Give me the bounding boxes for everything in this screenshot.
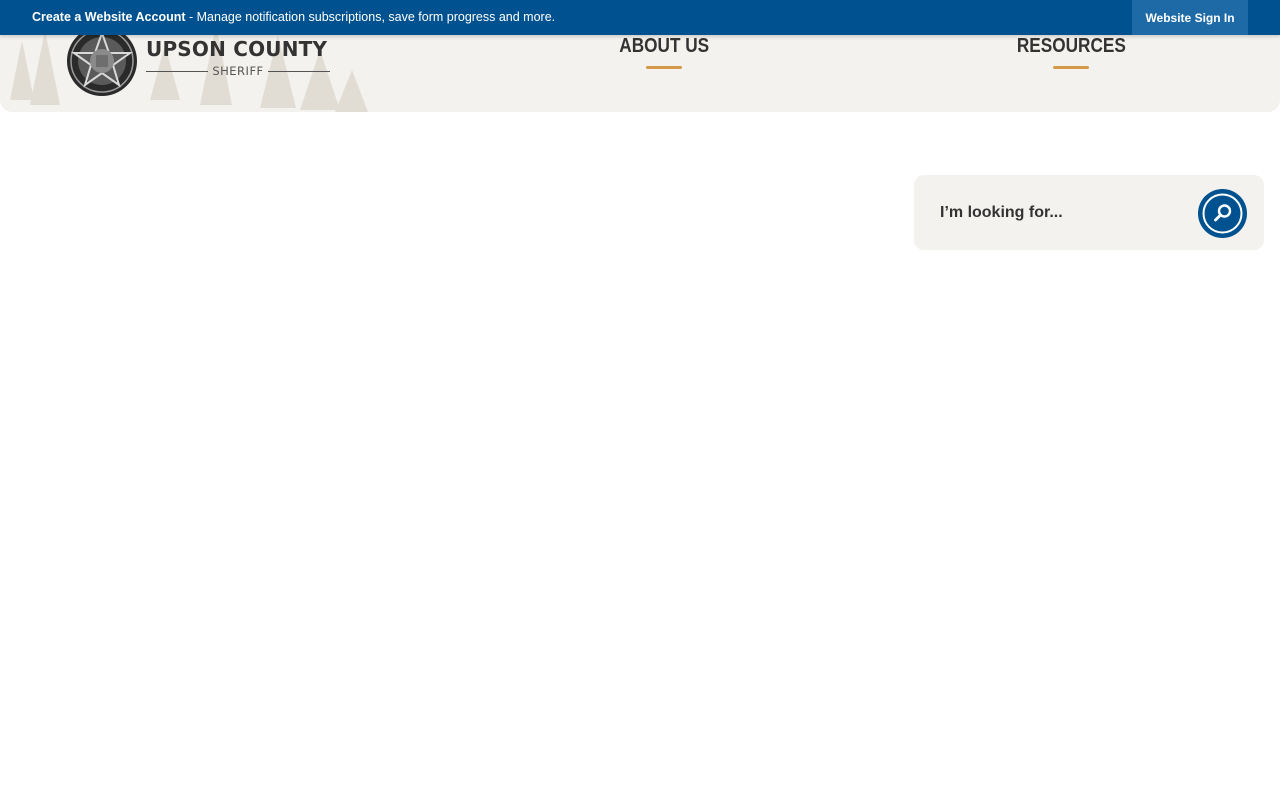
logo-subtitle: SHERIFF <box>212 64 264 78</box>
create-account-link[interactable]: Create a Website Account <box>32 10 186 24</box>
nav-underline <box>1053 66 1089 69</box>
search-icon <box>1202 193 1243 234</box>
account-banner-text: - Manage notification subscriptions, sav… <box>185 10 556 24</box>
logo-divider-right <box>267 70 331 72</box>
logo-divider-left <box>146 70 209 72</box>
account-banner: Create a Website Account - Manage notifi… <box>0 0 1280 35</box>
logo-title: UPSON COUNTY <box>146 37 328 61</box>
search-button[interactable] <box>1198 189 1247 238</box>
nav-resources[interactable]: RESOURCES <box>1006 33 1136 73</box>
site-logo[interactable]: UPSON COUNTY SHERIFF <box>66 25 336 97</box>
search-input[interactable] <box>940 199 1190 227</box>
sheriff-star-badge-icon <box>67 26 137 96</box>
nav-about-us[interactable]: ABOUT US <box>604 33 724 73</box>
account-banner-message: Create a Website Account - Manage notifi… <box>32 10 555 25</box>
website-sign-in-button[interactable]: Website Sign In <box>1132 0 1248 35</box>
search-box <box>914 175 1264 250</box>
logo-subtitle-row: SHERIFF <box>146 64 331 78</box>
nav-about-us-label: ABOUT US <box>619 35 709 57</box>
nav-resources-label: RESOURCES <box>1016 35 1126 57</box>
nav-underline <box>646 66 682 69</box>
